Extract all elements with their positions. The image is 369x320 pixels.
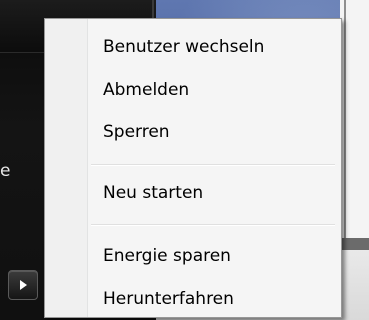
shutdown-options-arrow-button[interactable] [8, 270, 38, 300]
truncated-menu-text: e [0, 161, 11, 181]
play-arrow-icon [18, 279, 28, 291]
menu-item-log-off[interactable]: Abmelden [103, 75, 189, 105]
power-options-menu: Benutzer wechseln Abmelden Sperren Neu s… [44, 18, 342, 318]
menu-item-switch-user[interactable]: Benutzer wechseln [103, 32, 264, 62]
menu-item-lock[interactable]: Sperren [103, 117, 170, 147]
menu-separator [91, 224, 335, 226]
menu-item-restart[interactable]: Neu starten [103, 178, 203, 208]
window-edge-line [344, 0, 346, 250]
menu-separator [91, 164, 335, 166]
menu-item-shut-down[interactable]: Herunterfahren [103, 284, 234, 314]
window-bottom-strip [340, 238, 369, 250]
menu-icon-gutter [45, 19, 88, 317]
menu-item-sleep[interactable]: Energie sparen [103, 241, 231, 271]
